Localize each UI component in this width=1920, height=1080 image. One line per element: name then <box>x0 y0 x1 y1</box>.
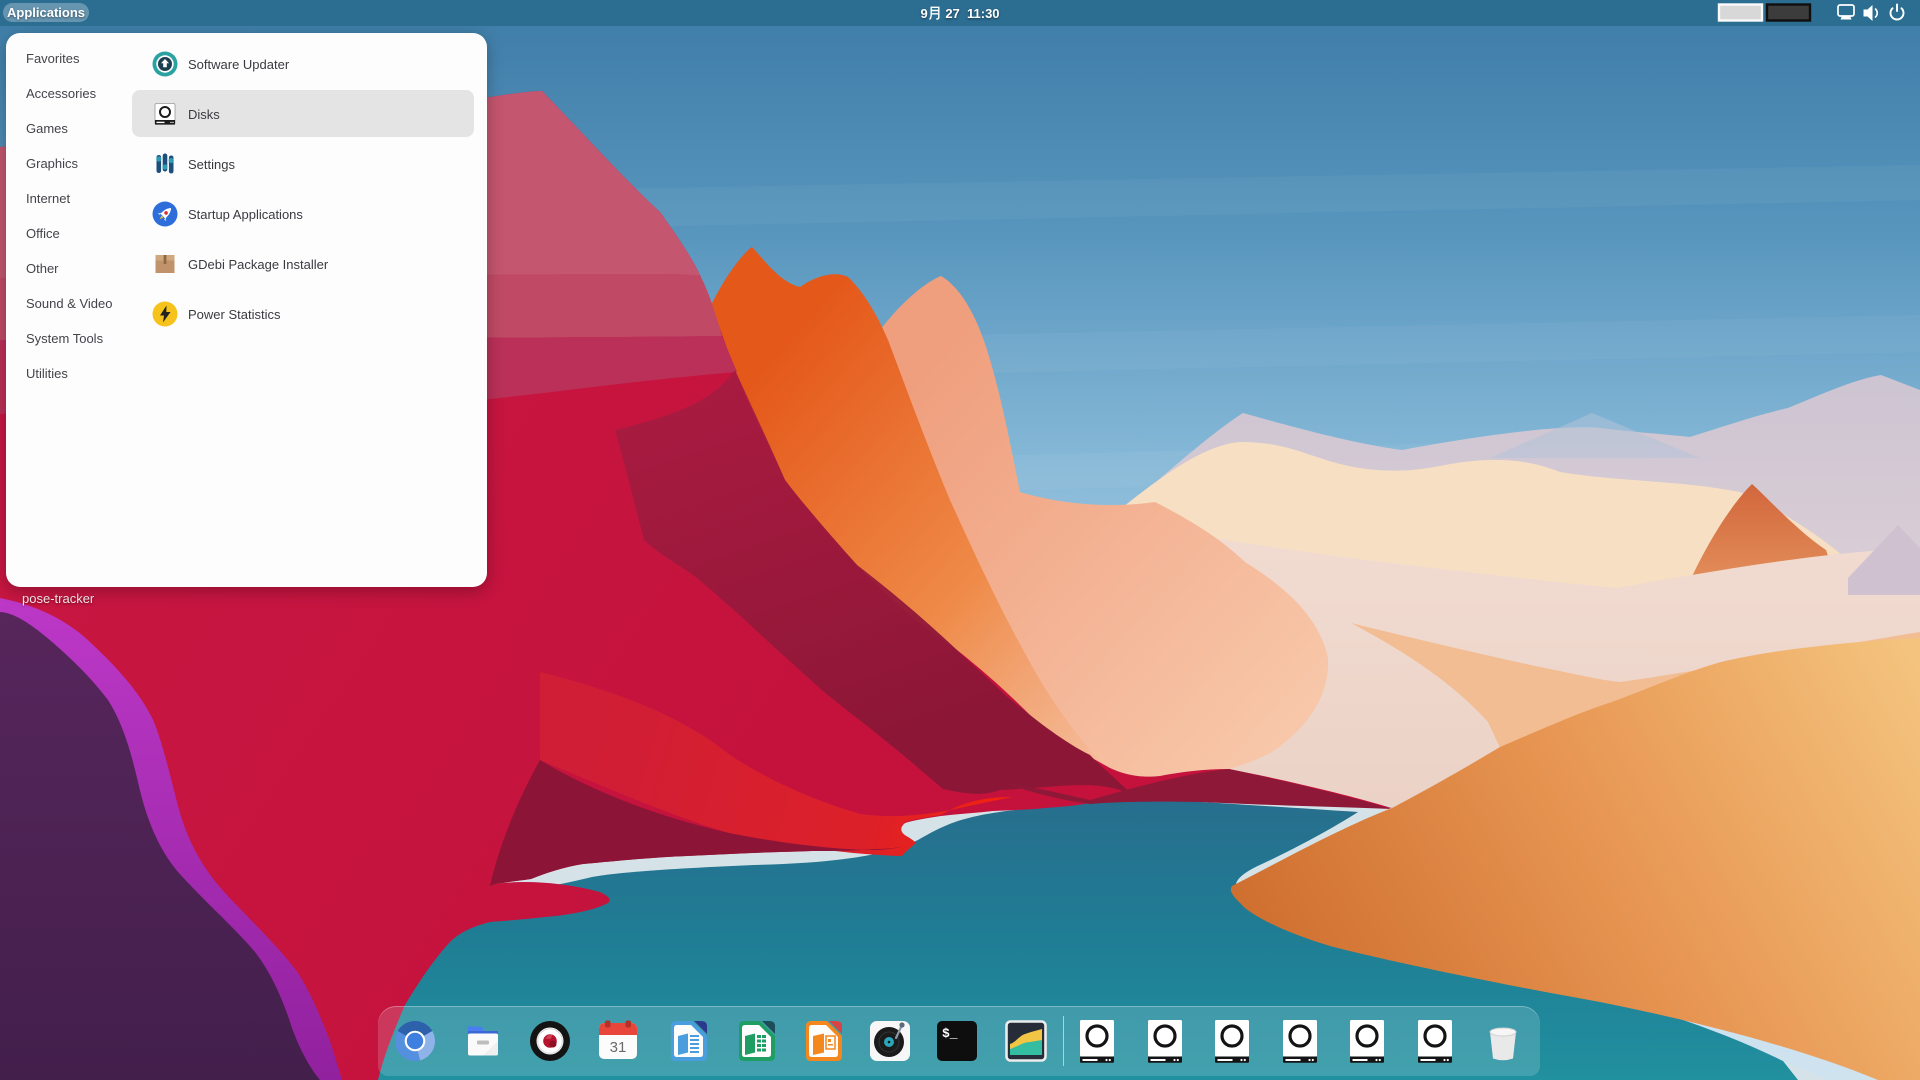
svg-text:$_: $_ <box>942 1026 958 1041</box>
svg-text:31: 31 <box>610 1039 627 1056</box>
